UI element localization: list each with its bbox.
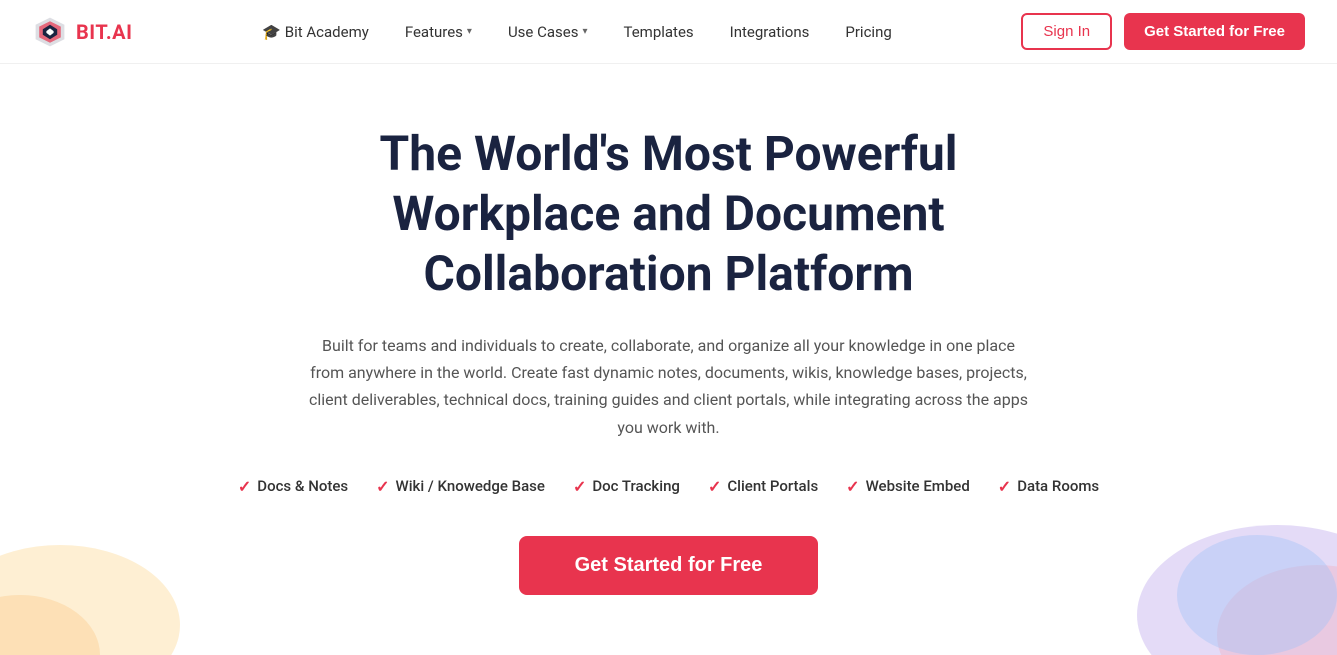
feature-item-docs-notes: ✓ Docs & Notes [238,477,348,496]
check-icon-docs: ✓ [238,477,251,496]
nav-item-pricing[interactable]: Pricing [831,15,905,49]
blob-left-decoration [0,495,200,655]
navbar: BIT.AI 🎓 Bit Academy Features ▾ Use Case… [0,0,1337,64]
hero-title-line2: Workplace and Document Collaboration Pla… [392,185,944,302]
nav-item-academy[interactable]: 🎓 Bit Academy [248,15,383,49]
features-chevron-icon: ▾ [467,26,472,37]
logo-text: BIT.AI [76,20,132,44]
feature-label-client-portals: Client Portals [727,477,818,495]
check-icon-wiki: ✓ [376,477,389,496]
pricing-label: Pricing [845,23,891,41]
hero-title-line1: The World's Most Powerful [379,125,957,182]
check-icon-doc-tracking: ✓ [573,477,586,496]
feature-label-doc-tracking: Doc Tracking [592,477,680,495]
logo-icon [32,14,68,50]
use-cases-label: Use Cases [508,23,579,41]
nav-getstarted-button[interactable]: Get Started for Free [1124,13,1305,50]
feature-label-website-embed: Website Embed [866,477,970,495]
check-icon-website-embed: ✓ [846,477,859,496]
feature-label-docs-notes: Docs & Notes [257,477,348,495]
nav-actions: Sign In Get Started for Free [1021,13,1305,50]
logo[interactable]: BIT.AI [32,14,132,50]
templates-label: Templates [623,23,693,41]
check-icon-data-rooms: ✓ [998,477,1011,496]
feature-item-wiki: ✓ Wiki / Knowedge Base [376,477,545,496]
academy-icon: 🎓 [262,23,281,41]
feature-item-website-embed: ✓ Website Embed [846,477,970,496]
hero-subtitle: Built for teams and individuals to creat… [309,332,1029,441]
hero-section: The World's Most Powerful Workplace and … [0,64,1337,655]
features-label: Features [405,23,463,41]
blob-right-decoration [1077,475,1337,655]
nav-links: 🎓 Bit Academy Features ▾ Use Cases ▾ Tem… [132,15,1021,49]
hero-title: The World's Most Powerful Workplace and … [259,124,1079,304]
use-cases-chevron-icon: ▾ [582,26,587,37]
feature-label-wiki: Wiki / Knowedge Base [396,477,545,495]
integrations-label: Integrations [730,23,810,41]
check-icon-client-portals: ✓ [708,477,721,496]
nav-item-features[interactable]: Features ▾ [391,15,486,49]
signin-button[interactable]: Sign In [1021,13,1112,50]
feature-item-doc-tracking: ✓ Doc Tracking [573,477,680,496]
academy-label: Bit Academy [285,23,369,41]
feature-list: ✓ Docs & Notes ✓ Wiki / Knowedge Base ✓ … [238,477,1099,496]
feature-item-client-portals: ✓ Client Portals [708,477,818,496]
nav-item-templates[interactable]: Templates [609,15,707,49]
nav-item-use-cases[interactable]: Use Cases ▾ [494,15,602,49]
nav-item-integrations[interactable]: Integrations [716,15,824,49]
